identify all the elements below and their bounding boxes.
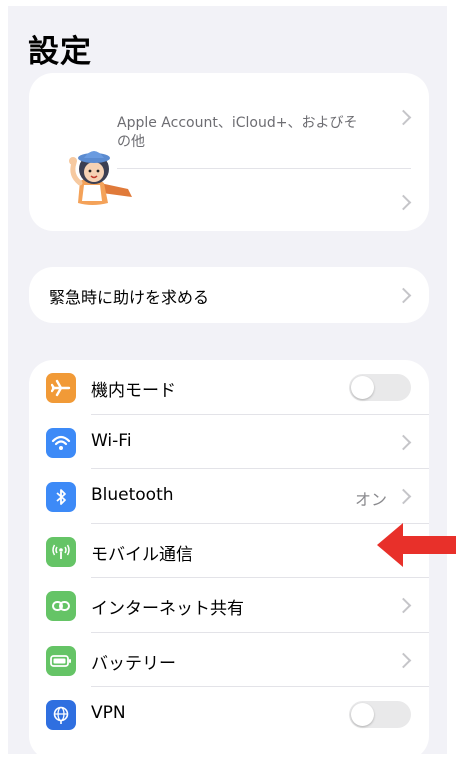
- wifi-icon: [46, 427, 76, 458]
- airplane-icon: [46, 373, 76, 403]
- chevron-right-icon: [395, 434, 412, 450]
- connectivity-settings-list: 機内モード Wi-Fi Bluetooth オン モバイル通信 インターネット共…: [29, 360, 429, 754]
- toggle-knob: [351, 376, 374, 399]
- battery-icon: [46, 645, 76, 676]
- setting-row-vpn[interactable]: VPN: [29, 687, 429, 742]
- setting-label: モバイル通信: [91, 544, 193, 565]
- setting-label: VPN: [91, 703, 126, 723]
- apple-account-row[interactable]: Apple Account、iCloud+、およびその他: [29, 73, 429, 152]
- setting-row-battery[interactable]: バッテリー: [29, 633, 429, 687]
- bluetooth-icon: [46, 482, 76, 512]
- vpn-icon: [46, 700, 76, 730]
- chevron-right-icon: [395, 109, 412, 126]
- chevron-right-icon: [395, 287, 412, 304]
- emergency-label: 緊急時に助けを求める: [49, 288, 210, 307]
- vpn-toggle[interactable]: [349, 701, 411, 728]
- setting-row-personal-hotspot[interactable]: インターネット共有: [29, 578, 429, 633]
- hotspot-icon: [46, 591, 76, 621]
- chevron-right-icon: [395, 597, 412, 614]
- setting-label: Wi-Fi: [91, 430, 132, 451]
- emergency-sos-row[interactable]: 緊急時に助けを求める: [29, 267, 429, 323]
- airplane-mode-toggle[interactable]: [349, 374, 411, 401]
- toggle-knob: [351, 703, 374, 726]
- setting-row-airplane-mode[interactable]: 機内モード: [29, 360, 429, 415]
- setting-label: バッテリー: [91, 653, 176, 674]
- setting-row-wifi[interactable]: Wi-Fi: [29, 415, 429, 469]
- setting-row-bluetooth[interactable]: Bluetooth オン: [29, 469, 429, 524]
- chevron-right-icon: [395, 194, 412, 211]
- chevron-right-icon: [395, 488, 412, 505]
- page-title: 設定: [28, 34, 92, 70]
- account-description: Apple Account、iCloud+、およびその他: [117, 115, 358, 150]
- chevron-right-icon: [395, 652, 412, 668]
- settings-screen: 設定 Apple Account、iCloud+、およびその他 緊急時に助けを求…: [8, 6, 447, 754]
- setting-label: 機内モード: [91, 381, 176, 401]
- bluetooth-status-value: オン: [354, 490, 387, 509]
- cellular-icon: [46, 536, 76, 567]
- annotation-arrow-icon: [377, 523, 456, 567]
- setting-row-mobile-data[interactable]: モバイル通信: [29, 524, 429, 578]
- setting-label: インターネット共有: [91, 599, 244, 619]
- avatar[interactable]: [56, 145, 136, 209]
- setting-label: Bluetooth: [91, 485, 174, 505]
